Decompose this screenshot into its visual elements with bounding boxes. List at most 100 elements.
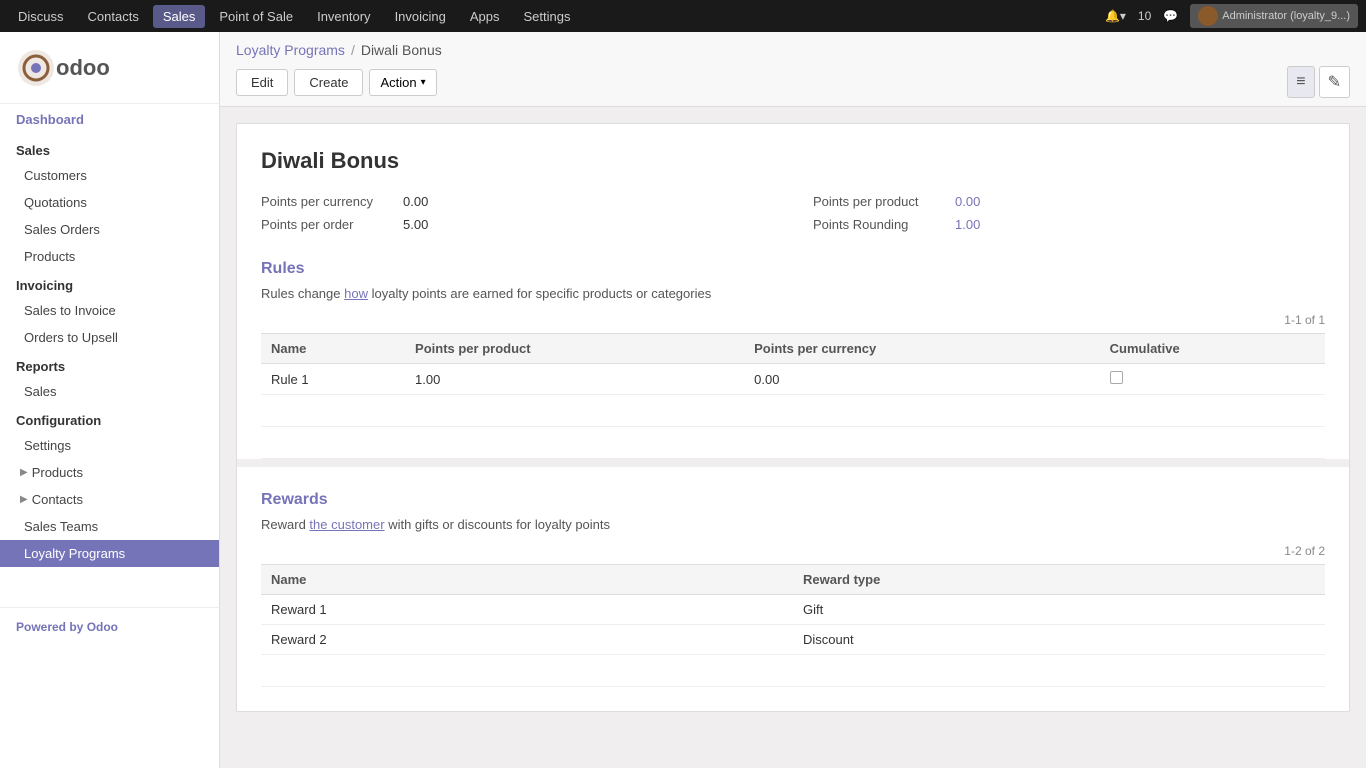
nav-invoicing[interactable]: Invoicing [385, 5, 456, 28]
form-content: Diwali Bonus Points per currency 0.00 Po… [236, 123, 1350, 712]
sidebar-configuration-section: Configuration [0, 405, 219, 432]
expand-arrow-contacts: ▶ [20, 494, 28, 505]
sidebar-item-orders-to-upsell[interactable]: Orders to Upsell [0, 324, 219, 351]
nav-right: 🔔▾ 10 💬 Administrator (loyalty_9...) [1105, 4, 1358, 28]
breadcrumb-separator: / [351, 42, 355, 58]
sidebar-item-sales-teams[interactable]: Sales Teams [0, 513, 219, 540]
rules-desc-text-2: loyalty points are earned for specific p… [368, 286, 711, 301]
form-title: Diwali Bonus [261, 148, 1325, 174]
list-view-button[interactable]: ≡ [1287, 66, 1314, 98]
reward-type: Discount [793, 625, 1325, 655]
rule-name: Rule 1 [261, 364, 405, 395]
rules-col-points-product: Points per product [405, 334, 744, 364]
content-area: Loyalty Programs / Diwali Bonus Edit Cre… [220, 32, 1366, 768]
reward-name: Reward 2 [261, 625, 793, 655]
table-row[interactable]: Reward 2 Discount [261, 625, 1325, 655]
rewards-desc-text-1: Reward [261, 517, 309, 532]
nav-contacts[interactable]: Contacts [78, 5, 149, 28]
nav-inventory[interactable]: Inventory [307, 5, 380, 28]
rewards-col-type: Reward type [793, 565, 1325, 595]
rules-table-header-row: Name Points per product Points per curre… [261, 334, 1325, 364]
rewards-col-name: Name [261, 565, 793, 595]
toolbar: Edit Create Action ▾ ≡ ✎ [220, 58, 1366, 106]
notification-count[interactable]: 10 [1138, 9, 1151, 23]
points-per-currency-value: 0.00 [403, 194, 428, 209]
points-per-order-label: Points per order [261, 217, 391, 232]
field-points-per-currency: Points per currency 0.00 [261, 194, 773, 209]
chat-icon[interactable]: 💬 [1163, 9, 1178, 23]
rules-table: Name Points per product Points per curre… [261, 333, 1325, 395]
sidebar-item-products-expandable[interactable]: ▶ Products [0, 459, 219, 486]
footer-text: Powered by [16, 620, 87, 634]
sidebar-item-products[interactable]: Products [0, 243, 219, 270]
field-points-per-order: Points per order 5.00 [261, 217, 773, 232]
rules-section: Rules Rules change how loyalty points ar… [261, 260, 1325, 467]
create-button[interactable]: Create [294, 69, 363, 96]
sidebar-item-sales-to-invoice[interactable]: Sales to Invoice [0, 297, 219, 324]
sidebar-item-sales-report[interactable]: Sales [0, 378, 219, 405]
admin-badge[interactable]: Administrator (loyalty_9...) [1190, 4, 1358, 28]
sidebar-reports-section: Reports [0, 351, 219, 378]
sidebar-item-contacts-config: Contacts [32, 492, 83, 507]
rules-col-points-currency: Points per currency [744, 334, 1100, 364]
nav-apps[interactable]: Apps [460, 5, 510, 28]
rules-empty-row-1 [261, 395, 1325, 427]
sidebar-item-contacts-expandable[interactable]: ▶ Contacts [0, 486, 219, 513]
rewards-desc-link[interactable]: the customer [309, 517, 384, 532]
sidebar-item-sales-orders[interactable]: Sales Orders [0, 216, 219, 243]
sidebar-item-loyalty-programs[interactable]: Loyalty Programs [0, 540, 219, 567]
rewards-section-title: Rewards [261, 491, 1325, 509]
sidebar-dashboard[interactable]: Dashboard [0, 104, 219, 135]
breadcrumb: Loyalty Programs / Diwali Bonus [236, 42, 1350, 58]
sidebar-footer: Powered by Odoo [0, 607, 219, 646]
toolbar-left: Edit Create Action ▾ [236, 69, 437, 96]
reward-type: Gift [793, 595, 1325, 625]
breadcrumb-parent-link[interactable]: Loyalty Programs [236, 42, 345, 58]
odoo-logo-svg: odoo [16, 48, 126, 88]
sidebar-item-settings[interactable]: Settings [0, 432, 219, 459]
form-fields: Points per currency 0.00 Points per prod… [261, 194, 1325, 232]
sidebar-invoicing-section: Invoicing [0, 270, 219, 297]
field-points-per-product: Points per product 0.00 [813, 194, 1325, 209]
section-divider [237, 459, 1349, 467]
cumulative-checkbox[interactable] [1110, 371, 1123, 384]
notification-icon[interactable]: 🔔▾ [1105, 9, 1126, 23]
points-per-product-value: 0.00 [955, 194, 980, 209]
rules-section-desc: Rules change how loyalty points are earn… [261, 286, 1325, 301]
action-button[interactable]: Action ▾ [369, 69, 436, 96]
header-bar: Loyalty Programs / Diwali Bonus Edit Cre… [220, 32, 1366, 107]
action-dropdown-icon: ▾ [421, 77, 426, 88]
footer-brand: Odoo [87, 620, 118, 634]
reward-name: Reward 1 [261, 595, 793, 625]
table-row[interactable]: Reward 1 Gift [261, 595, 1325, 625]
sidebar-item-products-config: Products [32, 465, 83, 480]
sidebar-item-customers[interactable]: Customers [0, 162, 219, 189]
sidebar-logo: odoo [0, 32, 219, 104]
action-button-label: Action [380, 75, 416, 90]
sidebar-sales-section: Sales [0, 135, 219, 162]
rules-section-title: Rules [261, 260, 1325, 278]
points-rounding-value: 1.00 [955, 217, 980, 232]
top-navigation: Discuss Contacts Sales Point of Sale Inv… [0, 0, 1366, 32]
nav-point-of-sale[interactable]: Point of Sale [209, 5, 303, 28]
rules-desc-text-1: Rules change [261, 286, 344, 301]
sidebar-item-quotations[interactable]: Quotations [0, 189, 219, 216]
nav-settings[interactable]: Settings [514, 5, 581, 28]
rewards-desc-text-2: with gifts or discounts for loyalty poin… [385, 517, 610, 532]
table-row[interactable]: Rule 1 1.00 0.00 [261, 364, 1325, 395]
rules-desc-link[interactable]: how [344, 286, 368, 301]
nav-discuss[interactable]: Discuss [8, 5, 74, 28]
toolbar-right: ≡ ✎ [1287, 66, 1350, 98]
main-layout: odoo Dashboard Sales Customers Quotation… [0, 32, 1366, 768]
nav-sales[interactable]: Sales [153, 5, 206, 28]
edit-button[interactable]: Edit [236, 69, 288, 96]
expand-arrow-products: ▶ [20, 467, 28, 478]
rewards-section: Rewards Reward the customer with gifts o… [261, 491, 1325, 687]
rewards-empty-row-1 [261, 655, 1325, 687]
points-rounding-label: Points Rounding [813, 217, 943, 232]
rule-points-currency: 0.00 [744, 364, 1100, 395]
breadcrumb-current: Diwali Bonus [361, 42, 442, 58]
field-points-rounding: Points Rounding 1.00 [813, 217, 1325, 232]
rewards-table: Name Reward type Reward 1 Gift Reward 2 … [261, 564, 1325, 655]
edit-view-button[interactable]: ✎ [1319, 66, 1350, 98]
